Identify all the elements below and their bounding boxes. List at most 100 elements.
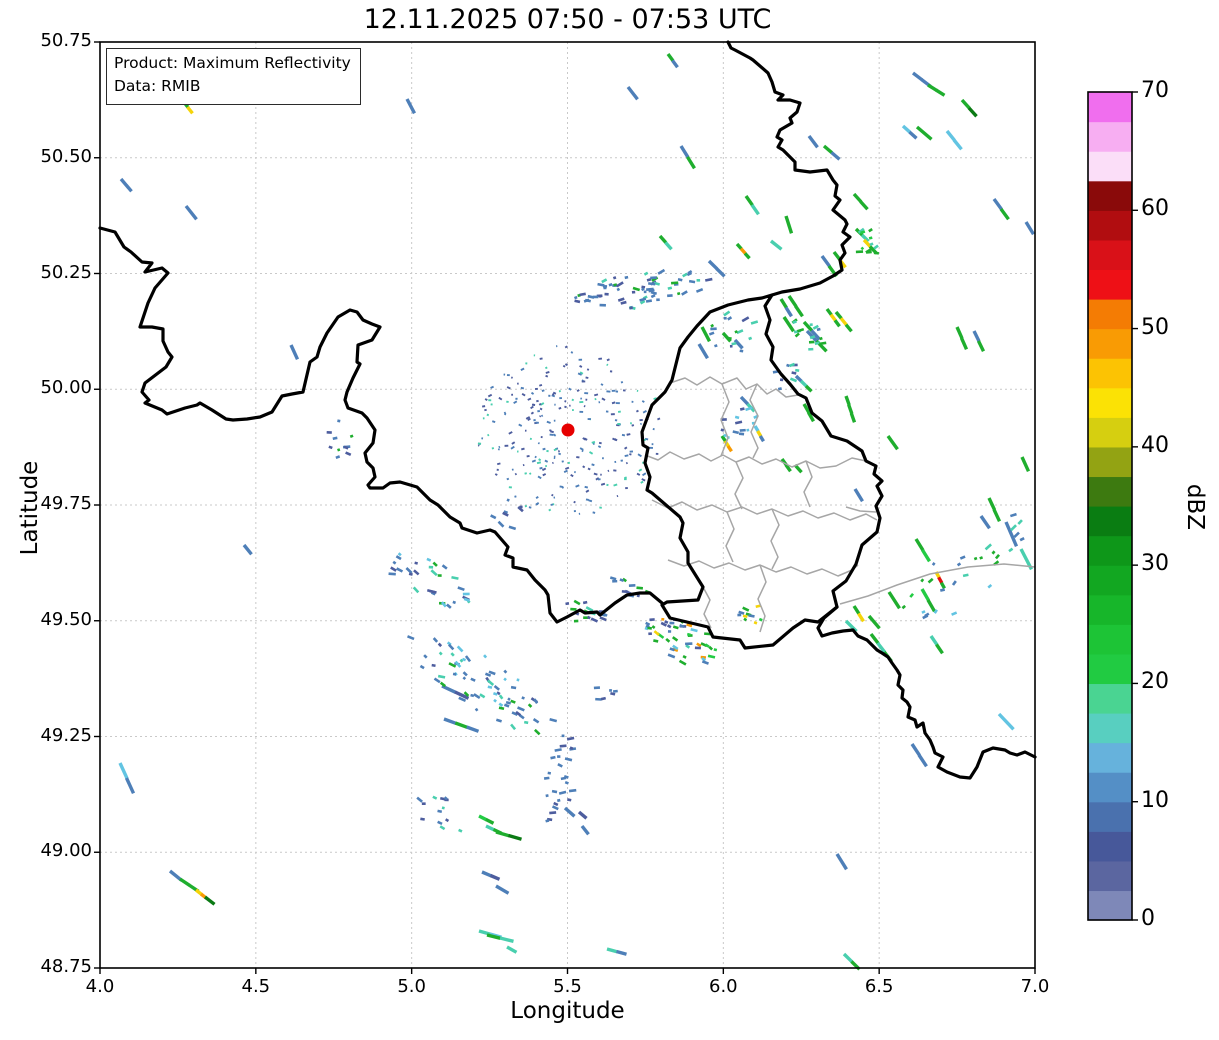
radar-echo-dash bbox=[568, 788, 577, 793]
radar-echo-streak bbox=[485, 817, 495, 825]
clutter-dot bbox=[580, 397, 583, 400]
radar-echo-streak bbox=[784, 306, 793, 318]
clutter-dot bbox=[498, 445, 501, 449]
radar-echo-dash bbox=[791, 371, 797, 375]
radar-echo-dash bbox=[488, 670, 496, 676]
radar-echo-dash bbox=[690, 628, 698, 633]
radar-echo-streak bbox=[886, 435, 899, 451]
radar-echo-streak bbox=[194, 888, 203, 896]
radar-echo-dash bbox=[597, 282, 605, 287]
clutter-dot bbox=[620, 380, 624, 384]
radar-echo-streak bbox=[289, 344, 300, 361]
radar-echo-dash bbox=[523, 720, 529, 725]
radar-echo-dash bbox=[437, 820, 443, 826]
clutter-dot bbox=[520, 386, 525, 390]
radar-echo-dash bbox=[678, 659, 687, 666]
radar-echo-dash bbox=[510, 699, 516, 704]
radar-echo-dash bbox=[933, 609, 938, 614]
radar-echo-dash bbox=[493, 698, 497, 703]
clutter-dot bbox=[551, 493, 554, 497]
radar-echo-dash bbox=[650, 290, 658, 295]
radar-echo-streak bbox=[779, 298, 788, 309]
radar-echo-dash bbox=[731, 341, 737, 346]
x-tick-label: 5.0 bbox=[397, 976, 426, 997]
radar-echo-dash bbox=[789, 377, 798, 383]
colorbar-band bbox=[1088, 328, 1132, 359]
colorbar-label: dBZ bbox=[1182, 483, 1208, 531]
y-tick-label: 50.75 bbox=[40, 30, 92, 51]
radar-echo-dash bbox=[473, 693, 481, 700]
radar-echo-dash bbox=[786, 363, 790, 368]
radar-echo-dash bbox=[582, 600, 588, 605]
radar-echo-dash bbox=[710, 323, 715, 328]
colorbar-band bbox=[1088, 713, 1132, 744]
clutter-dot bbox=[484, 398, 488, 402]
radar-echo-dash bbox=[345, 451, 352, 457]
radar-echo-dash bbox=[503, 703, 510, 708]
radar-echo-dash bbox=[459, 658, 464, 663]
colorbar-tick-label: 30 bbox=[1141, 551, 1169, 577]
radar-echo-streak bbox=[926, 599, 936, 613]
radar-echo-dash bbox=[939, 588, 946, 592]
radar-echo-dash bbox=[567, 798, 572, 802]
clutter-dot bbox=[539, 466, 543, 470]
radar-echo-dash bbox=[337, 419, 341, 423]
clutter-dot bbox=[638, 468, 643, 472]
clutter-dot bbox=[581, 449, 584, 453]
radar-echo-dash bbox=[462, 671, 468, 677]
colorbar-band bbox=[1088, 151, 1132, 182]
radar-echo-streak bbox=[914, 538, 925, 552]
clutter-dot bbox=[506, 477, 510, 481]
radar-echo-streak bbox=[859, 200, 869, 211]
radar-echo-dash bbox=[493, 685, 500, 691]
radar-echo-dash bbox=[660, 621, 668, 627]
radar-echo-dash bbox=[533, 728, 541, 736]
radar-echo-streak bbox=[867, 614, 881, 630]
clutter-dot bbox=[585, 498, 589, 501]
radar-echo-dash bbox=[510, 723, 517, 731]
clutter-dot bbox=[521, 393, 526, 397]
radar-echo-streak bbox=[750, 204, 760, 216]
colorbar-tick-label: 0 bbox=[1141, 906, 1155, 931]
radar-echo-dash bbox=[748, 614, 755, 618]
district-border bbox=[749, 383, 759, 459]
radar-echo-dash bbox=[545, 794, 549, 798]
radar-echo-dash bbox=[672, 625, 679, 630]
radar-echo-streak bbox=[405, 98, 417, 115]
clutter-dot bbox=[641, 478, 646, 482]
radar-echo-dash bbox=[441, 806, 445, 810]
clutter-dot bbox=[511, 441, 516, 445]
clutter-dot bbox=[552, 433, 557, 437]
radar-echo-dash bbox=[617, 297, 625, 302]
colorbar-band bbox=[1088, 180, 1132, 211]
radar-echo-dash bbox=[758, 617, 763, 622]
radar-echo-dash bbox=[550, 755, 556, 760]
clutter-dot bbox=[576, 389, 580, 393]
y-tick-label: 49.50 bbox=[40, 608, 92, 630]
colorbar-band bbox=[1088, 890, 1132, 921]
radar-echo-dash bbox=[566, 736, 575, 741]
radar-echo-dash bbox=[503, 677, 507, 682]
radar-echo-dash bbox=[723, 310, 731, 317]
clutter-dot bbox=[528, 472, 532, 475]
colorbar-band bbox=[1088, 742, 1132, 773]
radar-echo-dash bbox=[671, 636, 679, 642]
radar-echo-dash bbox=[579, 292, 586, 297]
radar-echo-dash bbox=[521, 696, 525, 700]
radar-echo-dash bbox=[462, 676, 467, 681]
radar-echo-streak bbox=[506, 945, 518, 954]
clutter-dot bbox=[586, 368, 590, 371]
radar-echo-dash bbox=[516, 678, 520, 682]
clutter-dot bbox=[600, 482, 606, 486]
radar-echo-streak bbox=[700, 326, 712, 343]
radar-echo-dash bbox=[777, 387, 782, 391]
clutter-dot bbox=[558, 406, 562, 410]
radar-echo-dash bbox=[397, 552, 402, 557]
radar-echo-streak bbox=[997, 712, 1015, 731]
clutter-dot bbox=[641, 400, 645, 403]
clutter-dot bbox=[486, 413, 490, 417]
radar-echo-streak bbox=[959, 337, 969, 350]
radar-echo-streak bbox=[901, 124, 912, 134]
x-tick-label: 4.0 bbox=[85, 976, 115, 997]
radar-echo-streak bbox=[495, 830, 510, 838]
